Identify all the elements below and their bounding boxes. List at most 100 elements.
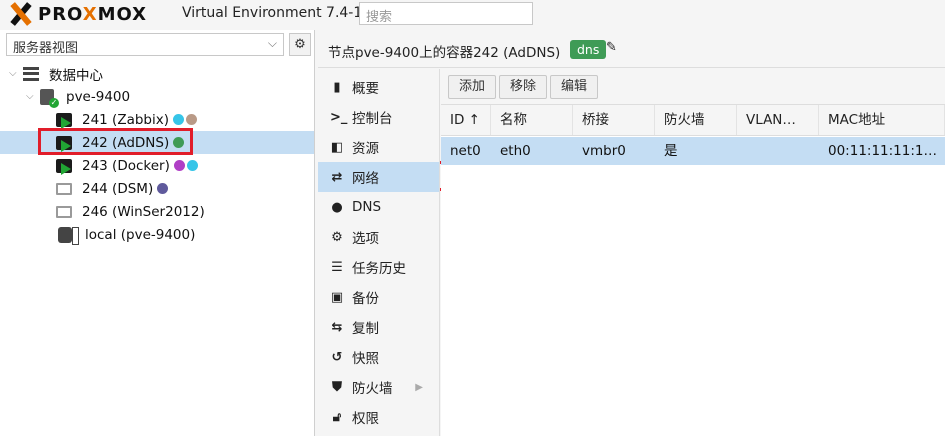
remove-button[interactable]: 移除 — [499, 75, 548, 99]
globe-icon: ● — [331, 199, 343, 215]
menu-item-firewall[interactable]: ⛊ 防火墙 ▶ — [318, 372, 439, 402]
search-input[interactable]: 搜索 — [359, 2, 533, 25]
menu-item-label: 控制台 — [352, 111, 393, 127]
tag-badge[interactable]: dns — [570, 40, 607, 59]
history-icon: ↺ — [331, 349, 343, 365]
floppy-icon: ▣ — [330, 289, 344, 305]
vm-stopped-icon — [56, 205, 72, 218]
collapse-icon[interactable]: ⌵ — [9, 68, 19, 79]
tree-label: pve-9400 — [66, 88, 131, 105]
tag-dot — [186, 160, 198, 171]
menu-item-dns[interactable]: ● DNS — [318, 192, 439, 222]
cube-icon: ◧ — [330, 139, 344, 155]
collapse-icon[interactable]: ⌵ — [26, 91, 36, 102]
tree-item-storage[interactable]: local (pve-9400) — [0, 223, 314, 246]
tree-label: 244 (DSM) — [82, 180, 154, 197]
menu-item-snapshots[interactable]: ↺ 快照 — [318, 342, 439, 372]
proxmox-x-icon — [6, 3, 36, 25]
menu-item-label: 资源 — [352, 141, 379, 157]
proxmox-logo[interactable]: PROXMOX — [6, 2, 147, 26]
menu-item-label: 快照 — [352, 351, 379, 367]
table-row[interactable]: net0 eth0 vmbr0 是 00:11:11:11:1… — [441, 137, 945, 165]
cell-id: net0 — [450, 143, 481, 159]
menu-item-backup[interactable]: ▣ 备份 — [318, 282, 439, 312]
book-icon: ▮ — [333, 79, 341, 95]
chevron-right-icon[interactable]: ▶ — [415, 382, 423, 393]
tag-dot — [173, 114, 184, 125]
container-running-icon — [56, 112, 72, 129]
page-title: 节点pve-9400上的容器242 (AdDNS) — [328, 45, 561, 61]
column-header-id[interactable]: ID ↑ — [441, 105, 491, 135]
terminal-icon: >_ — [330, 109, 348, 125]
resource-tree-panel: 服务器视图 ⌵ ⚙ ⌵ 数据中心 ⌵ ✓ pve-9400 241 (Zabbi… — [0, 30, 315, 436]
cell-vlan — [737, 137, 819, 165]
tree-label: 数据中心 — [49, 67, 103, 84]
menu-item-label: DNS — [352, 199, 382, 215]
datacenter-icon — [23, 66, 39, 81]
tree-settings-button[interactable]: ⚙ — [289, 33, 311, 56]
column-header-name[interactable]: 名称 — [491, 105, 573, 135]
cell-mac: 00:11:11:11:1… — [828, 143, 937, 159]
grid-toolbar: 添加 移除 编辑 — [441, 69, 945, 105]
tree-label: 241 (Zabbix) — [82, 111, 169, 128]
node-online-icon: ✓ — [40, 88, 59, 108]
tree-item-vm-244[interactable]: 244 (DSM) — [0, 177, 314, 200]
menu-item-resources[interactable]: ◧ 资源 — [318, 132, 439, 162]
list-icon: ☰ — [331, 259, 343, 275]
menu-item-console[interactable]: >_ 控制台 — [318, 102, 439, 132]
edit-button[interactable]: 编辑 — [550, 75, 599, 99]
grid-header: ID ↑ 名称 桥接 防火墙 VLAN… MAC地址 — [441, 105, 945, 136]
menu-item-permissions[interactable]: 🔓︎ 权限 — [318, 402, 439, 432]
menu-item-label: 概要 — [352, 81, 379, 97]
chevron-down-icon: ⌵ — [267, 36, 277, 50]
content-titlebar: 节点pve-9400上的容器242 (AdDNS) dns ✎ — [318, 30, 945, 68]
column-header-firewall[interactable]: 防火墙 — [655, 105, 737, 135]
shield-icon: ⛊ — [332, 379, 342, 395]
menu-item-network[interactable]: ⇄ 网络 — [318, 162, 439, 192]
gear-icon: ⚙ — [331, 229, 343, 245]
version-label: Virtual Environment 7.4-14 — [182, 5, 372, 21]
container-running-icon — [56, 158, 72, 175]
storage-icon — [58, 226, 79, 245]
logo-x-letter: X — [82, 3, 98, 25]
exchange-icon: ⇄ — [331, 169, 343, 185]
menu-item-label: 选项 — [352, 231, 379, 247]
tree-item-vm-246[interactable]: 246 (WinSer2012) — [0, 200, 314, 223]
pencil-icon[interactable]: ✎ — [606, 40, 617, 55]
menu-item-label: 复制 — [352, 321, 379, 337]
view-selector[interactable]: 服务器视图 ⌵ — [6, 33, 284, 56]
tree-item-datacenter[interactable]: ⌵ 数据中心 — [0, 62, 314, 85]
cell-firewall: 是 — [664, 143, 678, 159]
cell-bridge: vmbr0 — [582, 143, 626, 159]
menu-item-summary[interactable]: ▮ 概要 — [318, 72, 439, 102]
tag-dot — [157, 183, 169, 194]
column-header-mac[interactable]: MAC地址 — [819, 105, 945, 135]
config-menu: ▮ 概要 >_ 控制台 ◧ 资源 ⇄ 网络 ● DNS ⚙ 选项 ☰ 任务历史 ▣ 备份 ⇆ 复制… — [318, 69, 440, 436]
add-button[interactable]: 添加 — [448, 75, 497, 99]
unlock-icon: 🔓︎ — [332, 409, 342, 425]
cell-name: eth0 — [500, 143, 531, 159]
tag-dot — [186, 114, 197, 125]
menu-item-replication[interactable]: ⇆ 复制 — [318, 312, 439, 342]
menu-item-label: 备份 — [352, 291, 379, 307]
gear-icon: ⚙ — [294, 37, 306, 52]
column-header-vlan[interactable]: VLAN… — [737, 105, 819, 135]
tree-label: 243 (Docker) — [82, 157, 170, 174]
logo-text: PROXMOX — [38, 3, 148, 25]
view-selector-label: 服务器视图 — [13, 41, 79, 56]
menu-item-label: 防火墙 — [352, 381, 393, 397]
retweet-icon: ⇆ — [331, 319, 343, 335]
top-header: PROXMOX Virtual Environment 7.4-14 搜索 — [0, 0, 945, 28]
menu-item-label: 权限 — [352, 411, 379, 427]
vm-stopped-icon — [56, 182, 72, 195]
menu-item-task-history[interactable]: ☰ 任务历史 — [318, 252, 439, 282]
tag-dot — [173, 160, 185, 171]
tree-label: local (pve-9400) — [85, 226, 196, 243]
tree-item-node[interactable]: ⌵ ✓ pve-9400 — [0, 85, 314, 108]
network-grid-panel: 添加 移除 编辑 ID ↑ 名称 桥接 防火墙 VLAN… MAC地址 net0… — [441, 69, 945, 436]
tree-item-ct-243[interactable]: 243 (Docker) — [0, 154, 314, 177]
column-header-bridge[interactable]: 桥接 — [573, 105, 655, 135]
menu-item-options[interactable]: ⚙ 选项 — [318, 222, 439, 252]
menu-item-label: 任务历史 — [352, 261, 406, 277]
tree-label: 246 (WinSer2012) — [82, 203, 205, 220]
